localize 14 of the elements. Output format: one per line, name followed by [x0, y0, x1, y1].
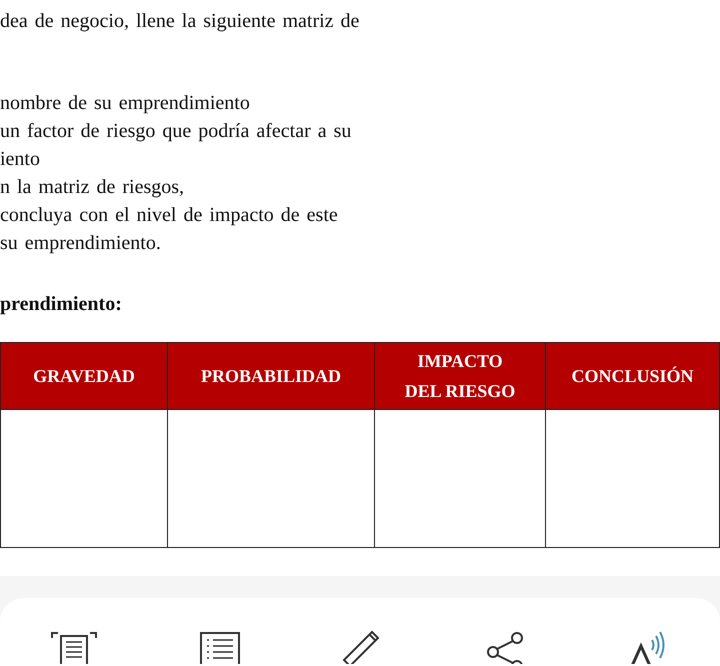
instruction-text: concluya con el nivel de impacto de este	[0, 203, 339, 228]
column-header: CONCLUSIÓN	[546, 342, 720, 410]
section-heading: prendimiento:	[0, 292, 123, 317]
instruction-text: n la matriz de riesgos,	[0, 175, 186, 200]
page-fit-icon[interactable]	[50, 630, 98, 664]
column-header: IMPACTO DEL RIESGO	[374, 342, 546, 410]
instruction-text: un factor de riesgo que podría afectar a su	[0, 119, 352, 144]
instruction-text: iento	[0, 147, 41, 172]
instruction-text: su emprendimiento.	[0, 231, 162, 256]
list-icon[interactable]	[199, 630, 242, 664]
instruction-text: dea de negocio, llene la siguiente matriz de	[0, 9, 360, 34]
instruction-text: nombre de su emprendimiento	[0, 91, 251, 116]
column-header: PROBABILIDAD	[168, 342, 374, 410]
column-header: GRAVEDAD	[0, 342, 168, 410]
